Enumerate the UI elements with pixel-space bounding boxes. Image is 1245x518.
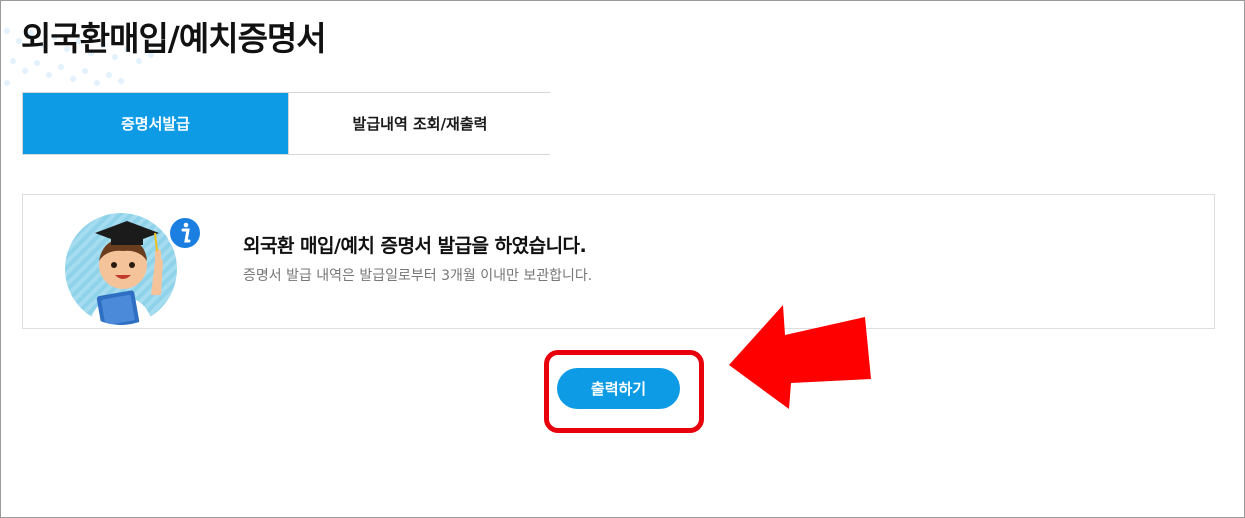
notice-box: 외국환 매입/예치 증명서 발급을 하였습니다. 증명서 발급 내역은 발급일로…	[22, 194, 1215, 329]
info-icon	[167, 215, 203, 251]
tab-bar: 증명서발급 발급내역 조회/재출력	[22, 92, 551, 155]
page-title: 외국환매입/예치증명서	[21, 19, 327, 58]
pointer-arrow-icon	[729, 305, 871, 409]
tab-issue-history[interactable]: 발급내역 조회/재출력	[288, 93, 551, 154]
notice-subtitle: 증명서 발급 내역은 발급일로부터 3개월 이내만 보관합니다.	[243, 268, 593, 284]
tab-issue-certificate[interactable]: 증명서발급	[23, 93, 288, 154]
graduate-illustration	[65, 213, 203, 325]
print-button[interactable]: 출력하기	[557, 368, 680, 409]
notice-title: 외국환 매입/예치 증명서 발급을 하였습니다.	[243, 235, 587, 257]
app-window: 외국환매입/예치증명서 증명서발급 발급내역 조회/재출력 외국환 매입/예치 …	[0, 0, 1245, 518]
